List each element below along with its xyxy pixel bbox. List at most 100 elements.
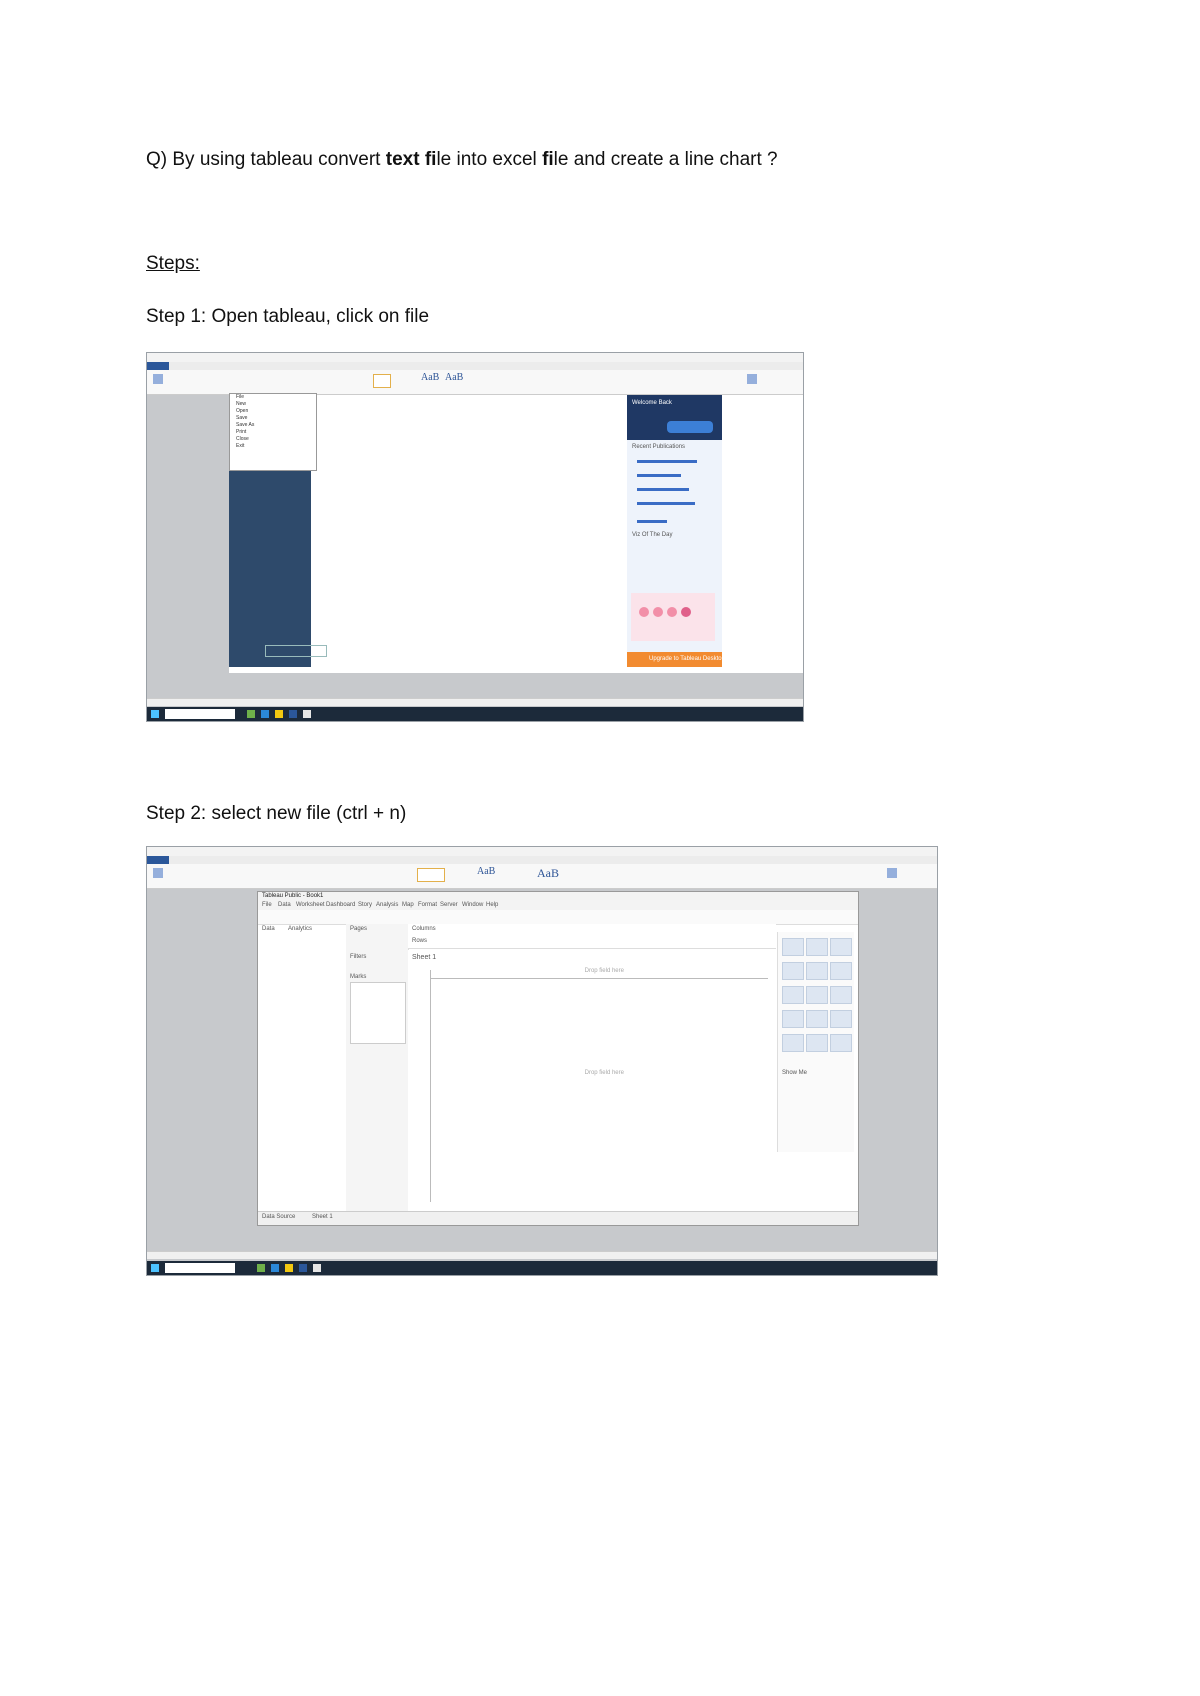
taskbar-app-icon[interactable] xyxy=(247,710,255,718)
columns-label: Columns xyxy=(412,926,436,932)
show-me-chart-thumb[interactable] xyxy=(830,986,852,1004)
viz-heading: Viz Of The Day xyxy=(632,532,673,538)
question-middle: le into excel xyxy=(436,149,543,170)
welcome-banner: Welcome Back xyxy=(627,395,722,440)
worksheet-canvas[interactable]: Sheet 1 Drop field here Drop field here xyxy=(408,950,776,1212)
menu-item-exit[interactable]: Exit xyxy=(230,443,316,450)
word-ribbon-2: AaB AaB xyxy=(147,856,937,889)
panel-link-3[interactable] xyxy=(637,488,689,491)
menu-dashboard[interactable]: Dashboard xyxy=(326,902,355,908)
panel-link-2[interactable] xyxy=(637,474,681,477)
tab-sheet-1[interactable]: Sheet 1 xyxy=(312,1214,333,1220)
filters-card: Filters xyxy=(350,954,367,960)
show-me-chart-thumb[interactable] xyxy=(782,938,804,956)
panel-heading: Recent Publications xyxy=(632,444,686,450)
viz-of-the-day-thumbnail[interactable] xyxy=(631,593,715,641)
show-me-chart-thumb[interactable] xyxy=(806,938,828,956)
panel-link-5[interactable] xyxy=(637,520,667,523)
paste-icon-2 xyxy=(153,868,163,878)
windows-taskbar-2 xyxy=(147,1261,937,1275)
show-me-chart-thumb[interactable] xyxy=(782,986,804,1004)
menu-item-new[interactable]: New xyxy=(230,401,316,408)
taskbar-edge-icon[interactable] xyxy=(261,710,269,718)
data-tab[interactable]: Data xyxy=(262,926,275,932)
panel-link-1[interactable] xyxy=(637,460,697,463)
drop-field-columns: Drop field here xyxy=(584,968,624,974)
show-me-chart-thumb[interactable] xyxy=(806,1034,828,1052)
styles-icon-2 xyxy=(887,868,897,878)
tableau-menubar: Tableau Public - Book1 File Data Workshe… xyxy=(258,892,858,911)
sheet-title: Sheet 1 xyxy=(412,954,437,961)
question-bold-fi-1: fi xyxy=(424,149,437,170)
show-me-chart-thumb[interactable] xyxy=(782,962,804,980)
rows-shelf[interactable]: Rows xyxy=(408,936,776,949)
cards-pane: Pages Filters Marks xyxy=(346,924,409,1212)
question-text: Q) By using tableau convert text file in… xyxy=(146,149,778,171)
tableau-window-title: Tableau Public - Book1 xyxy=(262,893,324,899)
step-1-text: Step 1: Open tableau, click on file xyxy=(146,306,429,328)
styles-icon xyxy=(747,374,757,384)
menu-story[interactable]: Story xyxy=(358,902,372,908)
menu-item-print[interactable]: Print xyxy=(230,429,316,436)
show-me-chart-thumb[interactable] xyxy=(830,1010,852,1028)
taskbar-app-icon-2[interactable] xyxy=(257,1264,265,1272)
sidebar-button[interactable] xyxy=(265,645,327,657)
upgrade-banner[interactable]: Upgrade to Tableau Desktop xyxy=(627,652,725,667)
file-tab xyxy=(147,362,169,370)
taskbar-folder-icon-2[interactable] xyxy=(285,1264,293,1272)
menu-server[interactable]: Server xyxy=(440,902,458,908)
sheet-tabs: Data Source Sheet 1 xyxy=(258,1211,858,1225)
analytics-tab[interactable]: Analytics xyxy=(288,926,312,932)
show-me-chart-thumb[interactable] xyxy=(782,1010,804,1028)
file-menu: File New Open Save Save As Print Close E… xyxy=(229,393,317,471)
drop-field-center: Drop field here xyxy=(584,1070,624,1076)
taskbar-search-2[interactable] xyxy=(165,1263,235,1273)
menu-window[interactable]: Window xyxy=(462,902,483,908)
menu-item-save-as[interactable]: Save As xyxy=(230,422,316,429)
step-1-body: Open tableau, click on file xyxy=(206,306,430,327)
menu-help[interactable]: Help xyxy=(486,902,498,908)
windows-start-icon-2[interactable] xyxy=(151,1264,159,1272)
menu-format[interactable]: Format xyxy=(418,902,437,908)
show-me-panel: Show Me xyxy=(777,932,854,1152)
word-statusbar xyxy=(147,698,803,706)
show-me-chart-thumb[interactable] xyxy=(806,986,828,1004)
menu-map[interactable]: Map xyxy=(402,902,414,908)
menu-data[interactable]: Data xyxy=(278,902,291,908)
paste-icon xyxy=(153,374,163,384)
word-titlebar xyxy=(147,353,803,362)
taskbar-edge-icon-2[interactable] xyxy=(271,1264,279,1272)
show-me-chart-thumb[interactable] xyxy=(830,962,852,980)
step-2-body: select new file (ctrl + n) xyxy=(206,803,407,824)
question-bold-fi-2: fi xyxy=(542,149,554,170)
show-me-chart-thumb[interactable] xyxy=(782,1034,804,1052)
steps-heading: Steps: xyxy=(146,253,200,274)
panel-link-4[interactable] xyxy=(637,502,695,505)
menu-worksheet[interactable]: Worksheet xyxy=(296,902,325,908)
menu-item-open[interactable]: Open xyxy=(230,408,316,415)
menu-item-save[interactable]: Save xyxy=(230,415,316,422)
taskbar-folder-icon[interactable] xyxy=(275,710,283,718)
windows-start-icon[interactable] xyxy=(151,710,159,718)
taskbar-word-icon[interactable] xyxy=(289,710,297,718)
taskbar-word-icon-2[interactable] xyxy=(299,1264,307,1272)
step-2-text: Step 2: select new file (ctrl + n) xyxy=(146,803,406,825)
marks-panel[interactable] xyxy=(350,982,406,1044)
show-me-chart-thumb[interactable] xyxy=(830,938,852,956)
style-aabb-icon-2: AaB xyxy=(445,372,464,383)
menu-file[interactable]: File xyxy=(262,902,272,908)
show-me-chart-thumb[interactable] xyxy=(830,1034,852,1052)
step-1-label: Step 1: xyxy=(146,306,207,327)
menu-item-file[interactable]: File xyxy=(230,394,316,401)
show-me-label: Show Me xyxy=(782,1070,808,1076)
taskbar-search[interactable] xyxy=(165,709,235,719)
show-me-chart-thumb[interactable] xyxy=(806,962,828,980)
show-me-chart-thumb[interactable] xyxy=(806,1010,828,1028)
upgrade-label: Upgrade to Tableau Desktop xyxy=(649,656,725,662)
word-statusbar-2 xyxy=(147,1251,937,1259)
menu-item-close[interactable]: Close xyxy=(230,436,316,443)
taskbar-tableau-icon-2[interactable] xyxy=(313,1264,321,1272)
tab-data-source[interactable]: Data Source xyxy=(262,1214,295,1220)
menu-analysis[interactable]: Analysis xyxy=(376,902,398,908)
taskbar-tableau-icon[interactable] xyxy=(303,710,311,718)
